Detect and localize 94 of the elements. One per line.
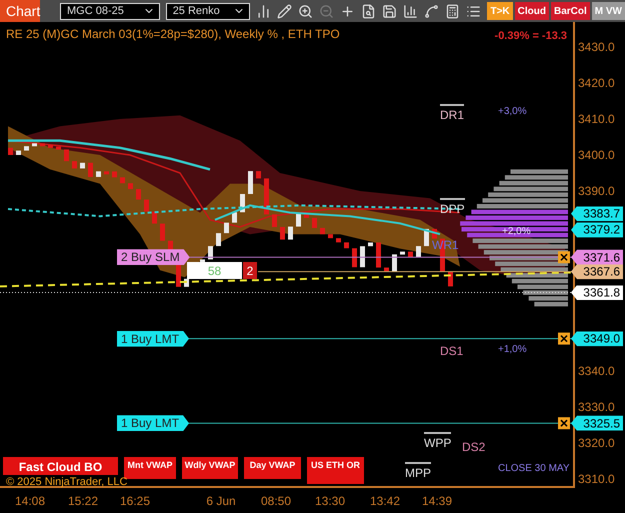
document-search-icon[interactable] [361, 4, 376, 18]
level-note: +3,0% [498, 106, 527, 117]
price-tick: 3410.0 [578, 112, 615, 126]
renko-brick [296, 214, 301, 227]
time-label: 14:39 [422, 494, 452, 508]
renko-brick [288, 226, 293, 240]
renko-brick [144, 200, 149, 212]
renko-brick [416, 246, 421, 258]
time-label: 08:50 [260, 494, 292, 508]
level-note: CLOSE 30 MAY [498, 463, 570, 474]
renko-brick [392, 254, 397, 272]
time-label: 15:22 [68, 494, 98, 508]
level-note: +1,0% [498, 344, 527, 355]
toolbar-toggle[interactable]: BarCol [550, 2, 590, 20]
renko-brick [232, 212, 237, 223]
position-count: 2 [243, 262, 257, 279]
renko-brick [272, 214, 277, 227]
indicator-button[interactable]: Wdly VWAP [182, 457, 238, 479]
price-tick: 3400.0 [578, 148, 615, 162]
chart-title: RE 25 (M)GC March 03(1%=28p=$280), Weekly % , ETH TPO [6, 27, 340, 41]
renko-brick [280, 227, 285, 240]
renko-brick [448, 272, 453, 286]
price-marker: 3371.6 [571, 250, 623, 265]
price-marker: 3361.8 [571, 285, 623, 300]
renko-brick [256, 171, 261, 178]
price-tick: 3320.0 [578, 436, 615, 450]
crosshair-icon[interactable] [340, 4, 356, 18]
bar-type-dropdown[interactable]: 25 Renko [166, 2, 250, 20]
time-label: 14:08 [14, 494, 46, 508]
order-label[interactable]: 2 Buy SLM [117, 249, 190, 266]
bars-icon[interactable] [256, 4, 272, 18]
pivot-label: MPP [405, 462, 432, 480]
price-marker: 3383.7 [571, 206, 623, 222]
price-marker: 3349.0 [571, 331, 623, 346]
close-order-icon[interactable] [558, 332, 570, 345]
price-tick: 3310.0 [578, 472, 615, 486]
time-label: 6 Jun [206, 494, 236, 508]
renko-brick [360, 246, 365, 268]
renko-brick [152, 212, 157, 224]
price-marker: 3379.2 [571, 222, 623, 238]
renko-brick [424, 228, 429, 246]
price-marker: 3367.6 [571, 264, 623, 280]
toolbar-toggle[interactable]: Cloud [514, 2, 549, 20]
renko-brick [208, 246, 213, 260]
pivot-label: DR1 [440, 104, 464, 122]
indicator-button[interactable]: Fast Cloud BO [3, 457, 118, 475]
renko-brick [160, 224, 165, 241]
order-label[interactable]: 1 Buy LMT [117, 330, 190, 347]
renko-brick [64, 149, 69, 162]
close-order-icon[interactable] [558, 417, 570, 430]
renko-brick [352, 248, 357, 268]
renko-brick [224, 222, 229, 234]
close-order-icon[interactable] [558, 251, 570, 264]
renko-brick [264, 178, 269, 214]
price-tick: 3420.0 [578, 76, 615, 90]
renko-brick [240, 194, 245, 212]
indicator-button[interactable]: Day VWAP [244, 457, 301, 479]
save-icon[interactable] [382, 4, 398, 18]
order-label[interactable]: 1 Buy LMT [117, 415, 190, 432]
copyright-text: © 2025 NinjaTrader, LLC [6, 476, 128, 488]
time-label: 16:25 [120, 494, 150, 508]
pencil-icon[interactable] [277, 4, 292, 18]
price-change: -0.39% = -13.3 [494, 30, 567, 42]
renko-brick [432, 228, 437, 239]
toolbar-toggle[interactable]: M VW [592, 2, 625, 20]
instrument-dropdown[interactable]: MGC 08-25 [60, 2, 160, 20]
renko-brick [312, 218, 317, 228]
list-icon[interactable] [466, 4, 482, 18]
renko-brick [88, 162, 93, 177]
renko-brick [304, 214, 309, 218]
calculator-icon[interactable] [445, 4, 460, 18]
pivot-label: WR1 [432, 237, 459, 252]
indicator-button[interactable]: Mnt VWAP [124, 457, 176, 479]
renko-brick [216, 233, 221, 246]
renko-brick [368, 242, 373, 246]
renko-brick [136, 189, 141, 200]
column-chart-icon[interactable] [403, 4, 418, 18]
price-tick: 3390.0 [578, 184, 615, 198]
price-tick: 3430.0 [578, 40, 615, 54]
price-tick: 3340.0 [578, 364, 615, 378]
time-label: 13:42 [370, 494, 400, 508]
time-label: 13:30 [314, 494, 346, 508]
renko-brick [376, 242, 381, 268]
renko-brick [248, 171, 253, 194]
zoom-in-icon[interactable] [298, 4, 314, 18]
indicator-button[interactable]: US ETH OR [307, 457, 364, 484]
pivot-label: WPP [424, 432, 452, 450]
price-marker: 3325.5 [571, 416, 623, 431]
renko-brick [384, 268, 389, 272]
price-tick: 3330.0 [578, 400, 615, 414]
pivot-label: DS1 [440, 343, 464, 358]
line-chart-icon[interactable] [424, 4, 440, 18]
pivot-label: DS2 [462, 439, 486, 454]
renko-brick [184, 278, 189, 287]
